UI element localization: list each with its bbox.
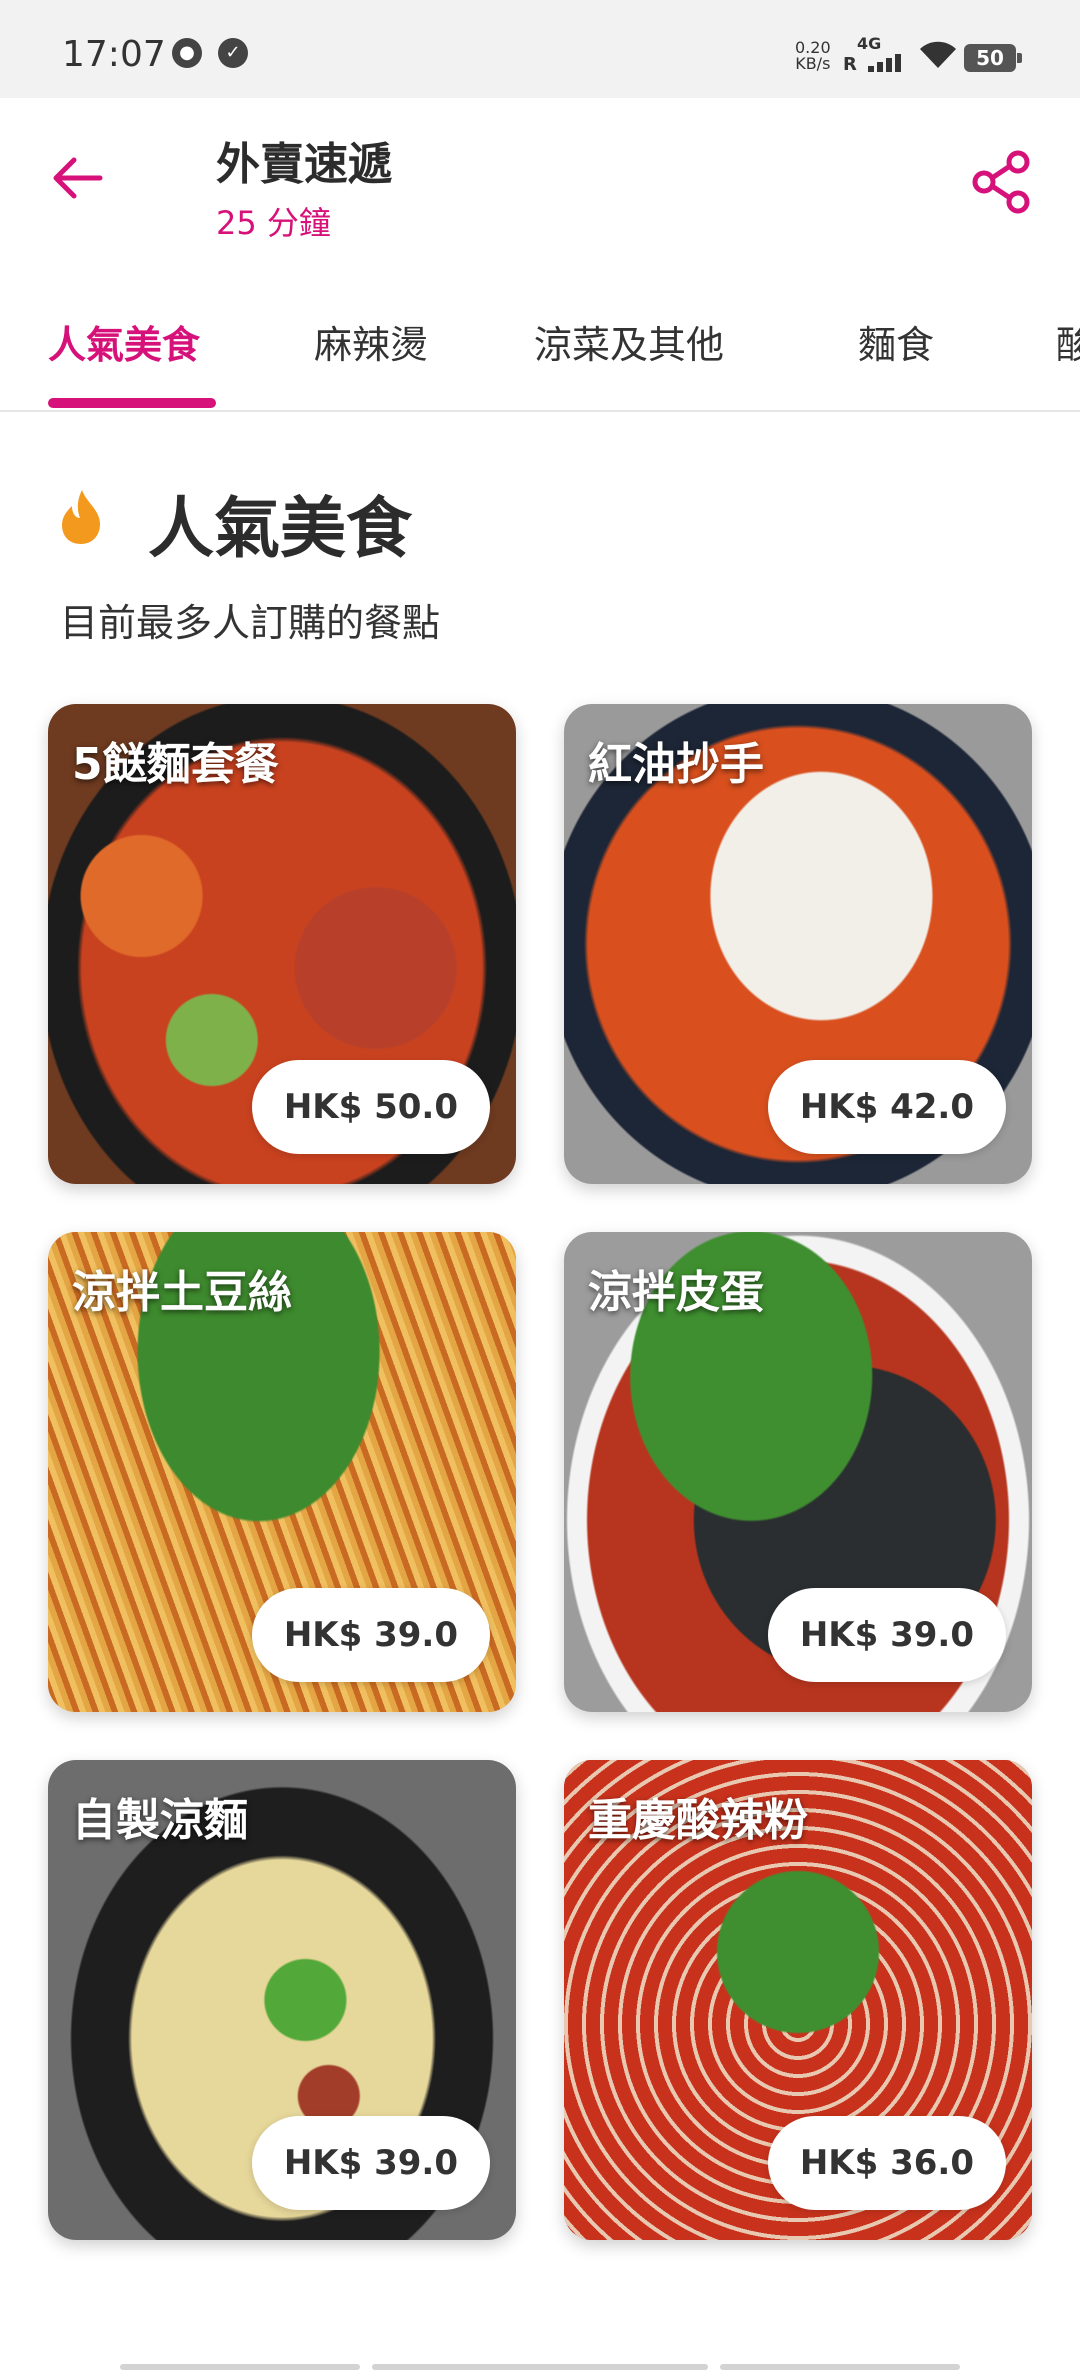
tab-noodles[interactable]: 麵食 [858, 314, 934, 369]
back-button[interactable] [50, 150, 120, 220]
net-speed: 0.20 KB/s [795, 40, 831, 72]
item-name: 涼拌皮蛋 [588, 1267, 764, 1318]
tab-popular[interactable]: 人氣美食 [48, 314, 200, 369]
menu-item-card[interactable]: 涼拌土豆絲 HK$ 39.0 [48, 1232, 516, 1712]
item-name: 5餸麵套餐 [72, 739, 279, 790]
battery-level: 50 [976, 46, 1004, 70]
section-title: 人氣美食 [148, 490, 412, 567]
menu-item-card[interactable]: 重慶酸辣粉 HK$ 36.0 [564, 1760, 1032, 2240]
battery-icon: 50 [964, 44, 1022, 72]
status-time: 17:07 [62, 34, 166, 75]
app-header: 外賣速遞 25 分鐘 [0, 98, 1080, 268]
roaming-label: R [843, 54, 857, 75]
bottom-scroll-indicator [120, 2364, 960, 2370]
item-name: 紅油抄手 [588, 739, 764, 790]
item-name: 涼拌土豆絲 [72, 1267, 292, 1318]
item-price: HK$ 39.0 [251, 2116, 490, 2210]
tab-mala-tang[interactable]: 麻辣燙 [314, 314, 428, 369]
tab-indicator [48, 398, 216, 408]
status-bar: 17:07 ● ✓ 0.20 KB/s 4G R 50 [0, 0, 1080, 98]
tab-sour[interactable]: 酸 [1056, 314, 1080, 369]
item-price: HK$ 39.0 [251, 1588, 490, 1682]
item-name: 自製涼麵 [72, 1795, 248, 1846]
wifi-icon [920, 41, 956, 68]
menu-item-card[interactable]: 紅油抄手 HK$ 42.0 [564, 704, 1032, 1184]
share-icon [972, 150, 1030, 214]
category-tabs: 人氣美食 麻辣燙 涼菜及其他 麵食 酸 [0, 268, 1080, 412]
item-price: HK$ 36.0 [767, 2116, 1006, 2210]
menu-item-card[interactable]: 5餸麵套餐 HK$ 50.0 [48, 704, 516, 1184]
wechat-icon: ● [172, 38, 202, 68]
menu-item-card[interactable]: 自製涼麵 HK$ 39.0 [48, 1760, 516, 2240]
delivery-eta: 25 分鐘 [216, 204, 331, 242]
item-name: 重慶酸辣粉 [588, 1795, 808, 1846]
item-price: HK$ 42.0 [767, 1060, 1006, 1154]
tab-cold-dishes[interactable]: 涼菜及其他 [534, 314, 724, 369]
item-price: HK$ 39.0 [767, 1588, 1006, 1682]
check-badge-icon: ✓ [218, 38, 248, 68]
signal-icon [868, 46, 910, 72]
arrow-left-icon [53, 157, 103, 199]
section-subtitle: 目前最多人訂購的餐點 [60, 601, 441, 645]
flame-icon [62, 490, 100, 544]
share-button[interactable] [970, 150, 1034, 214]
net-speed-unit: KB/s [795, 54, 831, 73]
item-price: HK$ 50.0 [251, 1060, 490, 1154]
menu-item-card[interactable]: 涼拌皮蛋 HK$ 39.0 [564, 1232, 1032, 1712]
page-title: 外賣速遞 [216, 139, 392, 190]
